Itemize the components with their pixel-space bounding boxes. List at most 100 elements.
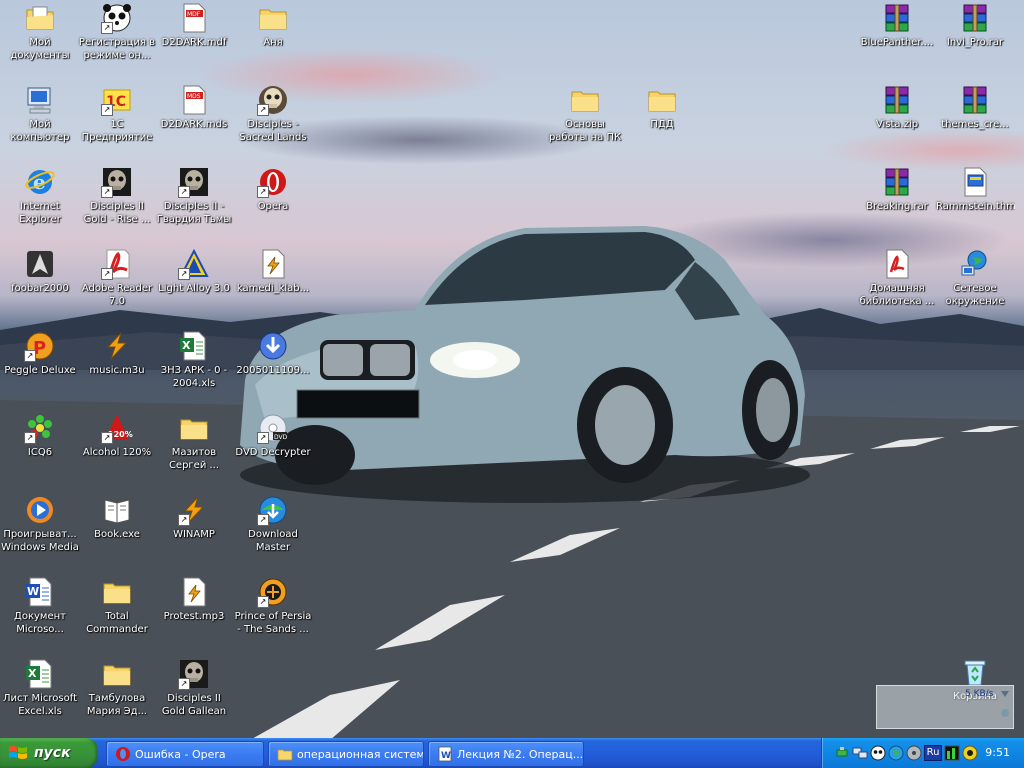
wallpaper-car	[240, 226, 810, 503]
shortcut-arrow-icon: ↗	[101, 432, 113, 444]
desktop-icon-excel-sheet[interactable]: X Лист Microsoft Excel.xls	[0, 658, 80, 736]
desktop-icon-bluepanther[interactable]: BluePanther....	[857, 2, 937, 80]
shortcut-arrow-icon: ↗	[101, 186, 113, 198]
globe-icon[interactable]	[888, 745, 904, 761]
excel-file-icon: X	[24, 658, 56, 690]
opera-icon: ↗	[257, 166, 289, 198]
desktop-icon-disciples-sacred[interactable]: ↗ Disciples - Sacred Lands	[233, 84, 313, 162]
desktop-icon-label: Prince of Persia - The Sands ...	[234, 611, 312, 635]
desktop-icon-label: Rammstein.thm	[936, 201, 1015, 212]
light-alloy-icon: ↗	[178, 248, 210, 280]
adobe-reader-icon: ↗	[101, 248, 133, 280]
desktop-icon-themes[interactable]: themes_cre...	[935, 84, 1015, 162]
desktop-icon-foobar[interactable]: foobar2000	[0, 248, 80, 326]
task-manager-icon[interactable]	[944, 745, 960, 761]
desktop-icon-disciples-gold-rise[interactable]: ↗ Disciples II Gold - Rise ...	[77, 166, 157, 244]
desktop-icon-home-library[interactable]: Домашняя библиотека ...	[857, 248, 937, 326]
desktop-icon-total-commander[interactable]: Total Commander	[77, 576, 157, 654]
taskbar: пуск Ошибка - Opera операционная система…	[0, 738, 1024, 768]
shortcut-arrow-icon: ↗	[257, 186, 269, 198]
desktop-icon-adobe-reader[interactable]: ↗ Adobe Reader 7.0	[77, 248, 157, 326]
opera-icon	[116, 747, 130, 761]
panda-antivirus-icon[interactable]	[870, 745, 886, 761]
language-indicator[interactable]: Ru	[924, 745, 942, 761]
desktop-icon-protest-mp3[interactable]: Protest.mp3	[154, 576, 234, 654]
desktop-icon-file-2005[interactable]: 2005011109...	[233, 330, 313, 408]
desktop-icon-invi-pro[interactable]: Invi_Pro.rar	[935, 2, 1015, 80]
sound-volume-icon[interactable]	[962, 745, 978, 761]
desktop-icon-download-master[interactable]: ↗ Download Master	[233, 494, 313, 572]
shortcut-arrow-icon: ↗	[257, 596, 269, 608]
dvd-icon: DVD ↗	[257, 412, 289, 444]
task-opera-error[interactable]: Ошибка - Opera	[106, 741, 264, 767]
desktop-icon-label: WINAMP	[173, 529, 215, 540]
desktop[interactable]: Мой документы ↗ Регистрация в режиме он...…	[0, 0, 1024, 738]
desktop-icon-word-doc[interactable]: W Документ Microso...	[0, 576, 80, 654]
desktop-icon-disciples-gallean[interactable]: ↗ Disciples II Gold Gallean	[154, 658, 234, 736]
desktop-icon-pdd[interactable]: ПДД	[622, 84, 702, 162]
desktop-icon-wmp[interactable]: Проигрыват... Windows Media	[0, 494, 80, 572]
desktop-icon-label: Документ Microso...	[14, 611, 66, 635]
desktop-icon-alcohol[interactable]: 120% ↗ Alcohol 120%	[77, 412, 157, 490]
desktop-icon-light-alloy[interactable]: ↗ Light Alloy 3.0	[154, 248, 234, 326]
shortcut-arrow-icon: ↗	[257, 432, 269, 444]
desktop-icon-label: foobar2000	[11, 283, 69, 294]
panda-icon: ↗	[101, 2, 133, 34]
desktop-icon-label: Download Master	[248, 529, 298, 553]
desktop-icon-d2dark-mds[interactable]: MDS D2DARK.mds	[154, 84, 234, 162]
network-speed-meter[interactable]: 5 KB/s	[876, 685, 1014, 729]
desktop-icon-label: 1С Предприятие	[81, 119, 153, 143]
task-label: операционная система	[297, 747, 423, 761]
desktop-icon-peggle[interactable]: P ↗ Peggle Deluxe	[0, 330, 80, 408]
desktop-icon-icq[interactable]: ↗ ICQ6	[0, 412, 80, 490]
task-folder-os[interactable]: операционная система	[268, 741, 424, 767]
folder-icon	[646, 84, 678, 116]
clock[interactable]: 9:51	[985, 746, 1010, 759]
desktop-icon-my-documents[interactable]: Мой документы	[0, 2, 80, 80]
desktop-icon-rammstein[interactable]: Rammstein.thm	[935, 166, 1015, 244]
1c-icon: 1C ↗	[101, 84, 133, 116]
svg-text:MDF: MDF	[187, 11, 201, 18]
desktop-icon-dvd-decrypter[interactable]: DVD ↗ DVD Decrypter	[233, 412, 313, 490]
desktop-icon-vista-zip[interactable]: Vista.zip	[857, 84, 937, 162]
winamp-file-icon	[257, 248, 289, 280]
desktop-icon-winamp[interactable]: ↗ WINAMP	[154, 494, 234, 572]
desktop-icon-d2dark-mdf[interactable]: MDF D2DARK.mdf	[154, 2, 234, 80]
folder-icon	[101, 658, 133, 690]
mds-file-icon: MDS	[178, 84, 210, 116]
desktop-icon-label: Регистрация в режиме он...	[78, 37, 156, 61]
desktop-icon-my-computer[interactable]: Мой компьютер	[0, 84, 80, 162]
desktop-icon-zn3-xls[interactable]: X ЗНЗ АРК - 0 - 2004.xls	[154, 330, 234, 408]
desktop-icon-osnovy[interactable]: Основы работы на ПК	[545, 84, 625, 162]
network-connection-icon[interactable]	[852, 745, 868, 761]
usb-device-icon[interactable]	[834, 745, 850, 761]
winamp-file-icon	[178, 576, 210, 608]
desktop-icon-anya[interactable]: Аня	[233, 2, 313, 80]
desktop-icon-label: themes_cre...	[941, 119, 1009, 130]
desktop-icon-mazitov[interactable]: Мазитов Сергей ...	[154, 412, 234, 490]
desktop-icon-opera[interactable]: ↗ Opera	[233, 166, 313, 244]
meter-scroll-icon[interactable]	[1000, 689, 1010, 723]
desktop-icon-registration[interactable]: ↗ Регистрация в режиме он...	[77, 2, 157, 80]
computer-icon	[24, 84, 56, 116]
desktop-icon-label: Disciples II - Гвардия Тьмы	[156, 201, 232, 225]
desktop-icon-music-m3u[interactable]: music.m3u	[77, 330, 157, 408]
task-word-lecture[interactable]: W Лекция №2. Операц...	[428, 741, 584, 767]
start-button[interactable]: пуск	[0, 738, 98, 768]
winrar-icon	[881, 84, 913, 116]
desktop-icon-tambulova[interactable]: Тамбулова Мария Эд...	[77, 658, 157, 736]
desktop-icon-ie[interactable]: e Internet Explorer	[0, 166, 80, 244]
desktop-icon-label: Invi_Pro.rar	[946, 37, 1004, 48]
desktop-icon-kamedi[interactable]: kamedi_klab...	[233, 248, 313, 326]
desktop-icon-network[interactable]: Сетевое окружение	[935, 248, 1015, 326]
winrar-icon	[881, 2, 913, 34]
disk-drive-icon[interactable]	[906, 745, 922, 761]
desktop-icon-book-exe[interactable]: Book.exe	[77, 494, 157, 572]
desktop-icon-breaking[interactable]: Breaking.rar	[857, 166, 937, 244]
desktop-icon-disciples-guard[interactable]: ↗ Disciples II - Гвардия Тьмы	[154, 166, 234, 244]
start-button-label: пуск	[34, 745, 71, 761]
desktop-icon-1c[interactable]: 1C ↗ 1С Предприятие	[77, 84, 157, 162]
desktop-icon-label: Internet Explorer	[19, 201, 61, 225]
desktop-icon-prince-persia[interactable]: ↗ Prince of Persia - The Sands ...	[233, 576, 313, 654]
desktop-icon-label: Проигрыват... Windows Media	[1, 529, 79, 553]
